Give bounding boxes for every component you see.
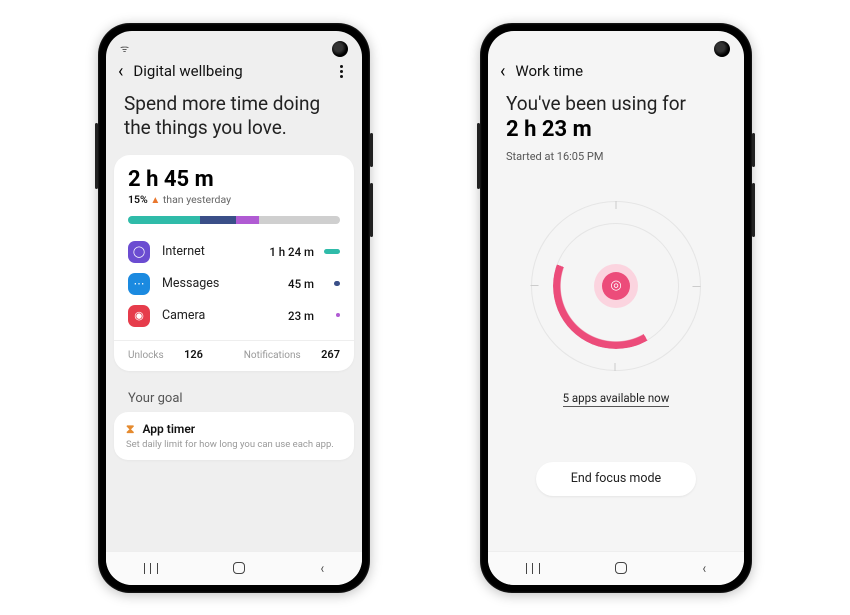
app-row[interactable]: ⋯ Messages45 m: [128, 268, 340, 300]
app-row[interactable]: ◉ Camera23 m: [128, 300, 340, 332]
more-icon[interactable]: [332, 65, 350, 78]
status-bar: ᯤ: [106, 31, 362, 57]
wifi-icon: ᯤ: [120, 41, 129, 55]
total-time: 2 h 45 m: [128, 167, 340, 192]
delta-pct: 15%: [128, 193, 148, 206]
nav-bar: ‹: [106, 551, 362, 585]
screen-left: ᯤ ‹ Digital wellbeing Spend more time do…: [106, 31, 362, 585]
usage-card[interactable]: 2 h 45 m 15% ▲ than yesterday ◯Internet1…: [114, 155, 354, 371]
nav-back-icon[interactable]: ‹: [702, 559, 706, 577]
nav-home-icon[interactable]: [233, 562, 245, 574]
front-camera-icon: [332, 41, 348, 57]
delta-row: 15% ▲ than yesterday: [128, 193, 340, 206]
nav-bar: ‹: [488, 551, 744, 585]
hero-started: Started at 16:05 PM: [506, 150, 726, 163]
stats-row: Unlocks 126 Notifications 267: [114, 340, 354, 365]
notifications-value: 267: [321, 348, 340, 361]
app-name: Messages: [162, 276, 288, 291]
app-icon: ⋯: [128, 273, 150, 295]
nav-recents-icon[interactable]: [144, 563, 158, 574]
notifications-label: Notifications: [244, 350, 301, 361]
phone-left: ᯤ ‹ Digital wellbeing Spend more time do…: [98, 23, 370, 593]
page-title: Digital wellbeing: [133, 62, 322, 80]
usage-bar: [128, 216, 340, 224]
app-time: 45 m: [288, 277, 314, 291]
nav-home-icon[interactable]: [615, 562, 627, 574]
hourglass-icon: ⧗: [126, 422, 134, 437]
end-focus-button[interactable]: End focus mode: [536, 462, 696, 496]
front-camera-icon: [714, 41, 730, 57]
title-bar: ‹ Work time: [488, 57, 744, 90]
delta-text: than yesterday: [163, 193, 231, 206]
nav-recents-icon[interactable]: [526, 563, 540, 574]
goal-header: Your goal: [114, 381, 354, 412]
app-duration-dot: [322, 280, 340, 287]
end-focus-label: End focus mode: [571, 471, 661, 486]
status-bar: [488, 31, 744, 57]
screen-right: ‹ Work time You've been using for 2 h 23…: [488, 31, 744, 585]
focus-hub-icon[interactable]: ◎: [594, 264, 638, 308]
app-list: ◯ Internet1 h 24 m ⋯ Messages45 m ◉ Camera23 …: [128, 236, 340, 332]
phone-right: ‹ Work time You've been using for 2 h 23…: [480, 23, 752, 593]
app-timer-sub: Set daily limit for how long you can use…: [126, 439, 342, 450]
back-icon[interactable]: ‹: [118, 61, 123, 82]
hero-time: 2 h 23 m: [506, 117, 726, 142]
arrow-up-icon: ▲: [150, 195, 160, 206]
hero-line1: You've been using for: [506, 92, 726, 115]
unlocks-value: 126: [184, 348, 203, 361]
app-name: Camera: [162, 308, 288, 323]
notifications-stat: Notifications 267: [244, 348, 340, 361]
app-time: 23 m: [288, 309, 314, 323]
app-time: 1 h 24 m: [269, 245, 314, 259]
app-duration-dot: [322, 312, 340, 319]
page-title: Work time: [515, 62, 732, 80]
nav-back-icon[interactable]: ‹: [320, 559, 324, 577]
app-timer-title: App timer: [142, 422, 195, 436]
app-row[interactable]: ◯ Internet1 h 24 m: [128, 236, 340, 268]
app-timer-card[interactable]: ⧗ App timer Set daily limit for how long…: [114, 412, 354, 460]
back-icon[interactable]: ‹: [500, 61, 505, 82]
focus-dial: ◎: [488, 201, 744, 371]
title-bar: ‹ Digital wellbeing: [106, 57, 362, 90]
app-icon: ◉: [128, 305, 150, 327]
app-icon: ◯: [128, 241, 150, 263]
unlocks-stat: Unlocks 126: [128, 348, 203, 361]
hero: You've been using for 2 h 23 m Started a…: [488, 90, 744, 173]
app-duration-dot: [322, 248, 340, 255]
apps-available-link[interactable]: 5 apps available now: [563, 391, 670, 407]
headline: Spend more time doing the things you lov…: [106, 90, 362, 155]
unlocks-label: Unlocks: [128, 350, 164, 361]
app-name: Internet: [162, 244, 269, 259]
